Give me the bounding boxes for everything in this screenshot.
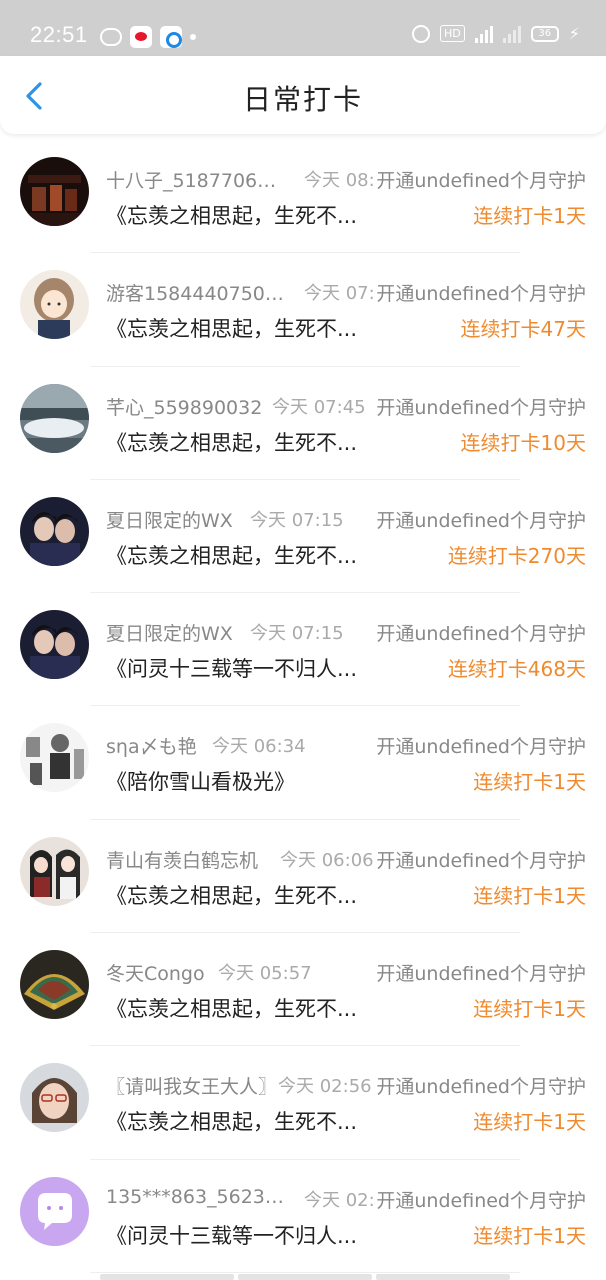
avatar[interactable] xyxy=(20,383,89,453)
checkin-row[interactable]: 冬天Congo 今天 05:57 开通undefined个月守护 《忘羡之相思起… xyxy=(0,933,606,1047)
top-nav-bar: 日常打卡 xyxy=(0,56,606,134)
checkin-row[interactable]: 十八子_51877062... 今天 08:07 开通undefined个月守护… xyxy=(0,140,606,254)
checkin-time: 今天 07:15 xyxy=(250,623,344,645)
book-title[interactable]: 《忘羡之相思起，生死不... xyxy=(106,313,357,343)
avatar[interactable] xyxy=(20,1176,89,1246)
book-title[interactable]: 《问灵十三载等一不归人... xyxy=(106,1220,357,1250)
checkin-row[interactable]: sηa〆も艳 今天 06:34 开通undefined个月守护 《陪你雪山看极光… xyxy=(0,706,606,820)
streak-badge: 连续打卡1天 xyxy=(473,204,586,228)
guard-status: 开通undefined个月守护 xyxy=(374,279,586,307)
book-title[interactable]: 《忘羡之相思起，生死不... xyxy=(106,1106,357,1136)
streak-badge: 连续打卡47天 xyxy=(460,317,586,342)
checkin-time: 今天 06:06 xyxy=(280,849,374,871)
chat-icon xyxy=(100,28,122,46)
notification-icons xyxy=(100,25,196,49)
status-bar: 22:51 HD 36 ⚡ xyxy=(0,0,606,56)
page-title: 日常打卡 xyxy=(242,83,363,116)
avatar[interactable] xyxy=(20,1063,89,1133)
book-title[interactable]: 《忘羡之相思起，生死不... xyxy=(106,427,357,457)
guard-status: 开通undefined个月守护 xyxy=(374,505,586,533)
guard-status: 开通undefined个月守护 xyxy=(374,392,586,420)
guard-status: 开通undefined个月守护 xyxy=(374,959,586,987)
user-name[interactable]: 夏日限定的WX xyxy=(106,619,233,646)
avatar[interactable] xyxy=(20,270,89,340)
book-title[interactable]: 《忘羡之相思起，生死不... xyxy=(106,880,357,910)
guard-status: 开通undefined个月守护 xyxy=(374,732,586,760)
checkin-row[interactable]: 游客15844407500... 今天 07:46 开通undefined个月守… xyxy=(0,253,606,367)
book-title[interactable]: 《问灵十三载等一不归人... xyxy=(106,653,357,683)
user-name[interactable]: 夏日限定的WX xyxy=(106,506,233,533)
user-name[interactable]: 冬天Congo xyxy=(106,959,205,986)
guard-status: 开通undefined个月守护 xyxy=(374,1072,586,1100)
checkin-row[interactable]: 〖请叫我女王大人〗 今天 02:56 开通undefined个月守护 《忘羡之相… xyxy=(0,1046,606,1160)
streak-badge: 连续打卡10天 xyxy=(460,430,586,455)
avatar[interactable] xyxy=(20,950,89,1020)
hd-icon: HD xyxy=(440,25,465,42)
guard-status: 开通undefined个月守护 xyxy=(374,166,586,193)
checkin-row[interactable]: 青山有羡白鹤忘机 今天 06:06 开通undefined个月守护 《忘羡之相思… xyxy=(0,820,606,934)
charging-icon: ⚡ xyxy=(568,24,580,43)
avatar[interactable] xyxy=(20,157,89,226)
checkin-time: 今天 05:57 xyxy=(218,963,312,985)
user-name[interactable]: 十八子_51877062... xyxy=(106,166,286,193)
system-icons: HD 36 ⚡ xyxy=(412,24,580,43)
checkin-time: 今天 07:15 xyxy=(250,509,344,531)
status-time: 22:51 xyxy=(30,22,88,47)
row-divider xyxy=(90,1271,520,1273)
guard-status: 开通undefined个月守护 xyxy=(374,619,586,647)
checkin-row[interactable]: 135***863_56235... 今天 02:1 开通undefined个月… xyxy=(0,1160,606,1273)
book-title[interactable]: 《忘羡之相思起，生死不... xyxy=(106,540,357,570)
battery-icon: 36 xyxy=(530,25,559,42)
book-title[interactable]: 《陪你雪山看极光》 xyxy=(106,766,295,796)
streak-badge: 连续打卡468天 xyxy=(447,657,586,682)
checkin-time: 今天 06:34 xyxy=(212,736,306,758)
book-title[interactable]: 《忘羡之相思起，生死不... xyxy=(106,200,357,230)
user-name[interactable]: 芊心_559890032 xyxy=(106,393,262,420)
checkin-row[interactable]: 芊心_559890032 今天 07:45 开通undefined个月守护 《忘… xyxy=(0,367,606,480)
signal-2-icon xyxy=(502,25,521,43)
avatar[interactable] xyxy=(20,836,89,906)
checkin-row[interactable]: 夏日限定的WX 今天 07:15 开通undefined个月守护 《忘羡之相思起… xyxy=(0,480,606,594)
checkin-row[interactable]: 夏日限定的WX 今天 07:15 开通undefined个月守护 《问灵十三载等… xyxy=(0,593,606,707)
user-name[interactable]: 游客15844407500... xyxy=(106,279,286,306)
signal-icon xyxy=(474,25,493,43)
alarm-icon xyxy=(412,24,431,43)
guard-status: 开通undefined个月守护 xyxy=(374,1185,586,1213)
checkin-time: 今天 02:56 xyxy=(278,1076,372,1098)
more-dot-icon xyxy=(190,34,196,40)
weibo-icon xyxy=(130,26,152,48)
avatar[interactable] xyxy=(20,496,89,566)
user-name[interactable]: 青山有羡白鹤忘机 xyxy=(106,846,258,873)
checkin-list: 十八子_51877062... 今天 08:07 开通undefined个月守护… xyxy=(0,140,606,1273)
checkin-time: 今天 07:45 xyxy=(272,396,366,418)
streak-badge: 连续打卡270天 xyxy=(447,543,586,568)
avatar[interactable] xyxy=(20,610,89,680)
streak-badge: 连续打卡1天 xyxy=(473,883,586,908)
streak-badge: 连续打卡1天 xyxy=(473,770,586,795)
streak-badge: 连续打卡1天 xyxy=(473,997,586,1022)
bottom-scroll-hint xyxy=(100,1274,510,1280)
avatar[interactable] xyxy=(20,723,89,793)
app-notification-icon xyxy=(160,26,182,48)
streak-badge: 连续打卡1天 xyxy=(473,1223,586,1248)
user-name[interactable]: 135***863_56235... xyxy=(106,1186,286,1208)
guard-status: 开通undefined个月守护 xyxy=(374,845,586,873)
user-name[interactable]: sηa〆も艳 xyxy=(106,732,197,759)
streak-badge: 连续打卡1天 xyxy=(473,1110,586,1135)
book-title[interactable]: 《忘羡之相思起，生死不... xyxy=(106,993,357,1023)
user-name[interactable]: 〖请叫我女王大人〗 xyxy=(106,1072,277,1099)
